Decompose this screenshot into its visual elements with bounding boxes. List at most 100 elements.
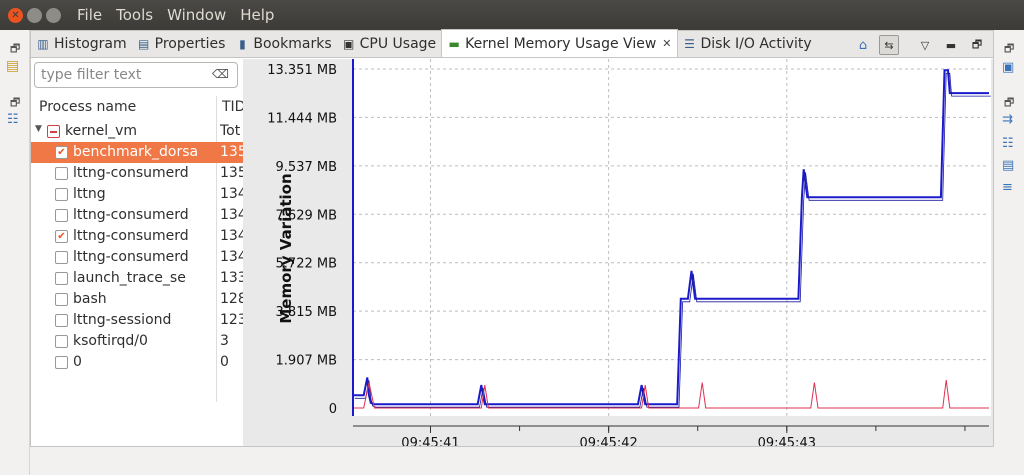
memory-icon: ▬ — [448, 36, 460, 51]
events-icon[interactable]: ≡ — [1002, 180, 1013, 195]
process-name: lttng — [73, 186, 106, 202]
partial-checkbox[interactable] — [47, 125, 60, 138]
menu-tools[interactable]: Tools — [116, 6, 153, 24]
tree-root-row[interactable]: ▼ kernel_vm Tot — [31, 121, 243, 142]
process-checkbox[interactable]: ✔ — [55, 146, 68, 159]
menu-help[interactable]: Help — [240, 6, 274, 24]
tab-label: Histogram — [54, 35, 127, 52]
bookmarks-icon: ▮ — [239, 36, 246, 51]
tree-row[interactable]: bash 128 — [31, 289, 243, 310]
process-tid: 135 — [220, 165, 243, 181]
resources-icon[interactable]: ☷ — [1002, 136, 1014, 151]
process-tid: 3 — [220, 333, 229, 349]
process-tid: 133 — [220, 270, 243, 286]
process-tid: Tot — [220, 123, 241, 139]
tab-disk-io-activity[interactable]: ☰ Disk I/O Activity — [678, 30, 817, 57]
process-tid: 135 — [220, 144, 243, 160]
tree-row[interactable]: lttng 134 — [31, 184, 243, 205]
process-name: lttng-consumerd — [73, 249, 189, 265]
collapse-icon[interactable]: ▼ — [35, 124, 42, 134]
maximize-icon[interactable]: 🗗 — [967, 35, 987, 55]
tab-histogram[interactable]: ▥ Histogram — [31, 30, 132, 57]
restore-icon-right[interactable]: 🗗 — [1004, 40, 1014, 59]
tab-properties[interactable]: ▤ Properties — [132, 30, 231, 57]
menu-file[interactable]: File — [77, 6, 102, 24]
statistics-icon[interactable]: ▤ — [1002, 158, 1014, 173]
process-name: lttng-consumerd — [73, 228, 189, 244]
menu-bar: ✕ File Tools Window Help — [0, 0, 1024, 30]
tab-kernel-memory-usage[interactable]: ▬ Kernel Memory Usage View ✕ — [441, 29, 678, 57]
cpu-icon: ▣ — [342, 36, 355, 51]
histogram-icon: ▥ — [37, 36, 49, 51]
restore-icon-right-2[interactable]: 🗗 — [1004, 94, 1014, 113]
process-checkbox[interactable] — [55, 167, 68, 180]
view-menu-icon[interactable]: ▽ — [915, 35, 935, 55]
process-name: bash — [73, 291, 107, 307]
menu-window[interactable]: Window — [167, 6, 226, 24]
tree-row[interactable]: ✔ lttng-consumerd 134 — [31, 226, 243, 247]
process-name: lttng-sessiond — [73, 312, 172, 328]
process-checkbox[interactable] — [55, 356, 68, 369]
process-tid: 0 — [220, 354, 229, 370]
y-axis-label: Memory Variation — [277, 173, 295, 323]
tab-cpu-usage[interactable]: ▣ CPU Usage — [337, 30, 442, 57]
tab-label: Bookmarks — [253, 35, 332, 52]
tree-row[interactable]: launch_trace_se 133 — [31, 268, 243, 289]
plot-area — [353, 59, 991, 416]
outline-icon[interactable]: ☷ — [7, 112, 19, 127]
process-name: 0 — [73, 354, 82, 370]
process-checkbox[interactable] — [55, 335, 68, 348]
process-checkbox[interactable] — [55, 251, 68, 264]
process-checkbox[interactable]: ✔ — [55, 230, 68, 243]
right-trim-stack: 🗗 ▣ 🗗 ⇉ ☷ ▤ ≡ — [994, 30, 1024, 475]
tab-label: Disk I/O Activity — [700, 35, 812, 52]
window-maximize-button[interactable] — [46, 7, 61, 23]
left-trim-stack: 🗗 ▤ 🗗 ☷ — [0, 30, 30, 475]
tab-label: Properties — [154, 35, 226, 52]
process-tid: 134 — [220, 186, 243, 202]
close-icon[interactable]: ✕ — [662, 37, 671, 50]
y-tick-label: 0 — [329, 402, 337, 417]
process-checkbox[interactable] — [55, 314, 68, 327]
tree-row[interactable]: ✔ benchmark_dorsa 135 — [31, 142, 243, 163]
home-icon[interactable]: ⌂ — [853, 35, 873, 55]
process-checkbox[interactable] — [55, 293, 68, 306]
project-explorer-icon[interactable]: ▤ — [6, 58, 19, 74]
column-process-name[interactable]: Process name — [39, 99, 136, 115]
disk-io-icon: ☰ — [684, 36, 695, 51]
filter-box: ⌫ — [34, 62, 238, 88]
memory-chart[interactable]: 0 1.907 MB 3.815 MB 5.722 MB 7.629 MB 9.537 M… — [243, 59, 993, 446]
process-tid: 134 — [220, 249, 243, 265]
tree-column-header: Process name TID — [31, 96, 245, 120]
tree-row[interactable]: lttng-consumerd 134 — [31, 247, 243, 268]
window-close-button[interactable]: ✕ — [8, 7, 23, 23]
tree-row[interactable]: lttng-consumerd 134 — [31, 205, 243, 226]
process-tid: 128 — [220, 291, 243, 307]
tree-row[interactable]: lttng-sessiond 123 — [31, 310, 243, 331]
x-tick-label: 09:45:43 — [758, 436, 816, 446]
tree-row[interactable]: ksoftirqd/0 3 — [31, 331, 243, 352]
sync-selection-icon[interactable]: ⇆ — [879, 35, 899, 55]
column-tid[interactable]: TID — [222, 99, 245, 115]
tree-row[interactable]: 00 — [31, 352, 243, 373]
control-flow-icon[interactable]: ⇉ — [1002, 112, 1013, 127]
tab-bookmarks[interactable]: ▮ Bookmarks — [230, 30, 336, 57]
restore-icon[interactable]: 🗗 — [10, 40, 20, 59]
process-checkbox[interactable] — [55, 209, 68, 222]
y-tick-label: 1.907 MB — [276, 354, 337, 369]
window-minimize-button[interactable] — [27, 7, 42, 23]
process-tree-panel: ⌫ Process name TID ▼ kernel_vm Tot ✔ benchma… — [31, 59, 245, 446]
clear-filter-icon[interactable]: ⌫ — [212, 67, 229, 81]
chart-svg: 01.907 MB3.815 MB5.722 MB7.629 MB9.537 M… — [267, 59, 991, 446]
tree-row[interactable]: lttng-consumerd 135 — [31, 163, 243, 184]
restore-icon-2[interactable]: 🗗 — [10, 94, 20, 113]
x-tick-label: 09:45:42 — [579, 436, 637, 446]
y-tick-label: 13.351 MB — [267, 63, 337, 78]
filter-input[interactable] — [35, 63, 205, 87]
minimize-icon[interactable]: ▬ — [941, 35, 961, 55]
process-name: launch_trace_se — [73, 270, 186, 286]
process-checkbox[interactable] — [55, 272, 68, 285]
process-checkbox[interactable] — [55, 188, 68, 201]
properties-icon: ▤ — [137, 36, 150, 51]
window-icon[interactable]: ▣ — [1002, 60, 1014, 75]
